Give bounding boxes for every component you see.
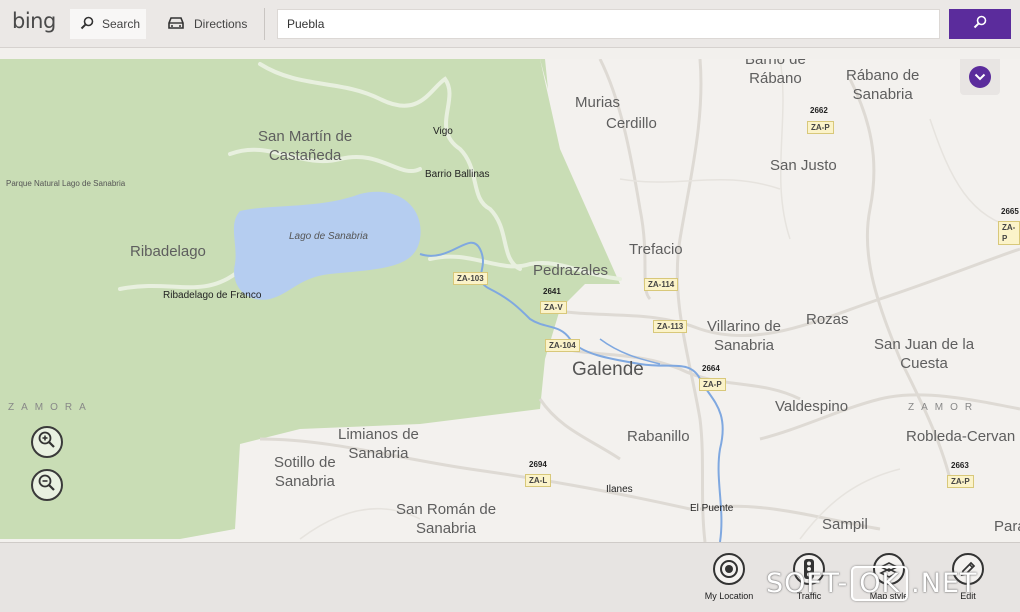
watermark-text: .NET [911, 568, 978, 599]
place-label: Ribadelago [130, 243, 206, 260]
region-label: ZAMORA [8, 402, 93, 413]
place-label: San Martín de Castañeda [258, 128, 353, 164]
zoom-in-icon [37, 430, 57, 455]
place-label: Galende [572, 359, 644, 380]
road-number: 2664 [702, 364, 720, 373]
place-label: Villarino de Sanabria [707, 318, 781, 354]
road-shield: ZA-L [525, 474, 552, 487]
car-icon [166, 16, 186, 33]
bing-logo[interactable]: bing [12, 9, 56, 33]
zoom-in-button[interactable] [31, 426, 63, 458]
road-number: 2694 [529, 460, 547, 469]
place-label: Rábano de Sanabria [846, 67, 920, 103]
place-label: Ribadelago de Franco [163, 290, 262, 301]
place-label: Trefacio [629, 241, 683, 258]
region-label: ZAMOR [908, 402, 980, 413]
zoom-out-icon [37, 473, 57, 498]
road-shield: ZA-P [699, 378, 726, 391]
place-label: Vigo [433, 126, 453, 137]
collapse-panel-button[interactable] [960, 59, 1000, 95]
road-number: 2641 [543, 287, 561, 296]
road-number: 2662 [810, 106, 828, 115]
road-shield: ZA-P [807, 121, 834, 134]
place-label: Sampil [822, 516, 868, 533]
map-base-layer [0, 59, 1020, 542]
place-label: Pedrazales [533, 262, 609, 279]
place-label: Cerdillo [606, 115, 657, 132]
road-shield: ZA-114 [644, 278, 679, 291]
place-label: Barrio Ballinas [425, 169, 490, 180]
search-button-label: Search [102, 17, 141, 31]
watermark: SOFT- OK .NET [766, 566, 978, 601]
road-shield: ZA-P [998, 221, 1020, 245]
my-location-label: My Location [704, 591, 754, 601]
search-icon [973, 15, 987, 34]
place-label: San Juan de la Cuesta [874, 336, 975, 372]
my-location-button[interactable]: My Location [699, 553, 759, 601]
road-shield: ZA-P [947, 475, 974, 488]
place-label: Valdespino [775, 398, 849, 415]
road-shield: ZA-103 [453, 272, 488, 285]
road-shield: ZA-104 [545, 339, 580, 352]
place-label: Rabanillo [627, 428, 690, 445]
watermark-text: SOFT- [766, 568, 849, 599]
place-label: El Puente [690, 503, 734, 514]
watermark-box-text: OK [851, 566, 909, 601]
directions-button[interactable]: Directions [156, 9, 256, 39]
place-label: San Román de Sanabria [396, 501, 497, 537]
search-input[interactable]: Puebla [277, 9, 940, 39]
toolbar-divider [264, 8, 265, 40]
place-label: Rozas [806, 311, 849, 328]
chevron-down-icon [969, 66, 991, 88]
road-number: 2663 [951, 461, 969, 470]
place-label: Sotillo de Sanabria [274, 454, 336, 490]
search-submit-button[interactable] [949, 9, 1011, 39]
map-canvas[interactable]: Barrio de Rábano Rábano de Sanabria Muri… [0, 59, 1020, 542]
location-target-icon [713, 553, 745, 585]
road-shield: ZA-113 [653, 320, 688, 333]
place-label: Ilanes [606, 484, 633, 495]
place-label: Limianos de Sanabria [338, 426, 419, 462]
place-label: Parque Natural Lago de Sanabria [6, 179, 126, 188]
place-label: Barrio de Rábano [745, 59, 806, 87]
search-button[interactable]: Search [70, 9, 146, 39]
place-label: Para [994, 518, 1020, 535]
search-icon [80, 16, 94, 33]
road-shield: ZA-V [540, 301, 567, 314]
directions-button-label: Directions [194, 17, 248, 31]
place-label: Robleda-Cervan [906, 428, 1016, 445]
lake-label: Lago de Sanabria [289, 231, 368, 242]
road-number: 2665 [1001, 207, 1019, 216]
place-label: San Justo [770, 157, 837, 174]
top-bar: bing Search Directions Puebla [0, 0, 1020, 48]
zoom-out-button[interactable] [31, 469, 63, 501]
place-label: Murias [575, 94, 621, 111]
